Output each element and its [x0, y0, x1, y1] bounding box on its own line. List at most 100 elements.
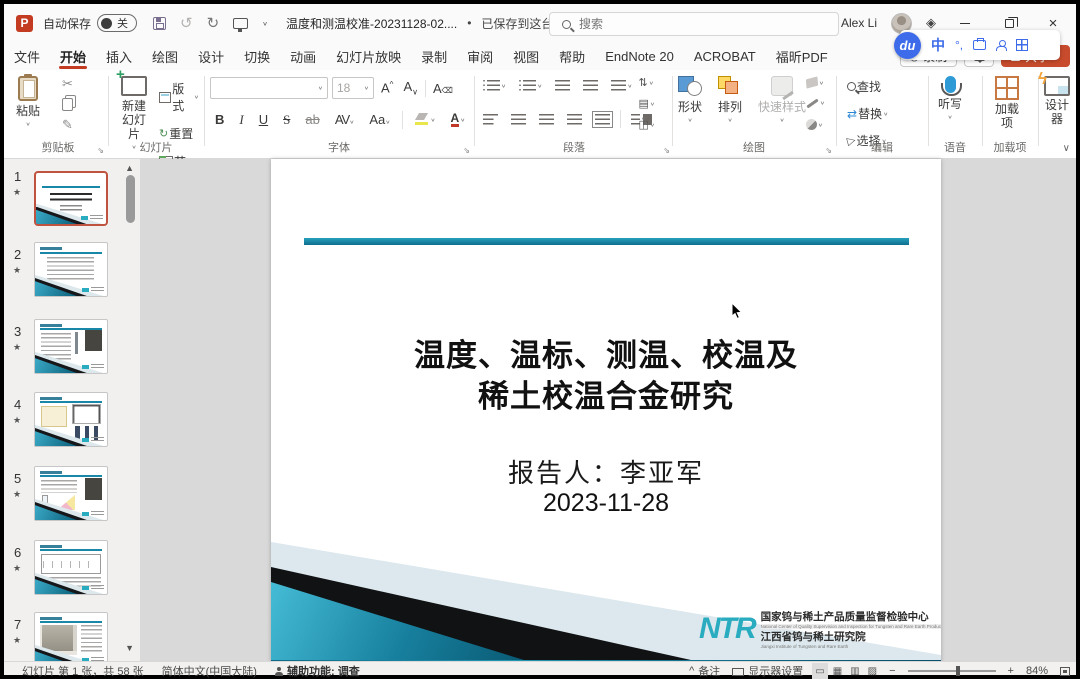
tab-animations[interactable]: 动画 [280, 42, 326, 70]
slide-presenter[interactable]: 报告人：李亚军 [271, 453, 941, 490]
tab-foxit[interactable]: 福昕PDF [766, 42, 838, 70]
thumbnail-slide-3[interactable] [34, 319, 108, 374]
align-right-button[interactable] [536, 112, 557, 127]
qat-customize-chevron-icon[interactable]: ∨ [262, 20, 268, 27]
shapes-button[interactable]: 形状 ∨ [678, 76, 702, 128]
drawing-dialog-launcher-icon[interactable]: ⇘ [825, 146, 832, 155]
shrink-font-button[interactable]: A∨ [400, 78, 421, 98]
font-size-input[interactable] [337, 81, 364, 95]
dictate-button[interactable]: 听写 ∨ [938, 76, 962, 125]
thumbnail-scroll-down-icon[interactable]: ▼ [125, 643, 134, 653]
font-size-combo[interactable]: ∨ [332, 77, 374, 99]
decrease-indent-button[interactable] [552, 78, 573, 93]
ime-account-icon[interactable] [996, 40, 1006, 50]
font-color-button[interactable]: A∨ [448, 110, 469, 129]
strikethrough-button[interactable]: S [280, 111, 293, 129]
thumbnail-slide-6[interactable] [34, 540, 108, 595]
underline-button[interactable]: U [256, 111, 271, 128]
highlight-color-button[interactable]: ∨ [412, 113, 438, 127]
fit-slide-to-window-icon[interactable] [1060, 667, 1070, 676]
justify-button[interactable] [564, 112, 585, 127]
line-spacing-button[interactable]: ∨ [608, 78, 635, 93]
document-title[interactable]: 温度和测温校准-20231128-02.... [286, 15, 457, 32]
notes-button[interactable]: ^备注 [689, 663, 720, 679]
character-spacing-button[interactable]: AV∨ [332, 111, 358, 128]
bullets-button[interactable]: ∨ [480, 78, 509, 93]
format-painter-icon[interactable]: ✎ [62, 117, 73, 133]
ime-voice-icon[interactable]: °, [955, 38, 963, 52]
align-center-button[interactable] [508, 112, 529, 127]
ime-grid-icon[interactable] [1016, 39, 1028, 51]
redo-icon[interactable]: ↻ [207, 14, 220, 32]
clipboard-dialog-launcher-icon[interactable]: ⇘ [97, 146, 104, 155]
shape-effects-button[interactable]: ∨ [803, 117, 828, 132]
tab-endnote[interactable]: EndNote 20 [595, 42, 684, 70]
paste-button[interactable]: 粘贴 ∨ [16, 76, 40, 132]
font-name-combo[interactable]: ∨ [210, 77, 328, 99]
display-settings-button[interactable]: 显示器设置 [732, 663, 803, 679]
align-text-button[interactable]: ▤∨ [635, 95, 658, 112]
numbering-button[interactable]: ∨ [516, 78, 545, 93]
undo-icon[interactable]: ↺ [180, 14, 193, 32]
tab-record[interactable]: 录制 [411, 42, 457, 70]
shape-fill-button[interactable]: ∨ [803, 76, 828, 89]
collapse-ribbon-chevron-icon[interactable]: ∨ [1063, 143, 1070, 154]
designer-button[interactable]: ϟ 设计器 [1044, 76, 1070, 126]
align-left-button[interactable] [480, 112, 501, 127]
addins-button[interactable]: 加载项 [994, 76, 1020, 130]
font-name-input[interactable] [215, 81, 307, 95]
thumbnail-scroll-up-icon[interactable]: ▲ [125, 163, 134, 173]
arrange-button[interactable]: 排列 ∨ [718, 76, 742, 128]
text-direction-button[interactable]: ⇅∨ [635, 74, 658, 91]
cut-icon[interactable]: ✂ [62, 76, 73, 92]
shape-outline-button[interactable]: ∨ [803, 97, 828, 109]
gem-icon[interactable]: ◈ [926, 15, 936, 31]
zoom-in-icon[interactable]: + [1008, 665, 1014, 677]
tab-slideshow[interactable]: 幻灯片放映 [326, 42, 411, 70]
tab-file[interactable]: 文件 [4, 42, 50, 70]
strikethrough-ab-button[interactable]: ab [302, 111, 322, 128]
ime-toolbar[interactable]: du 中 °, [900, 30, 1060, 60]
quick-styles-button[interactable]: 快速样式 ∨ [758, 76, 806, 128]
paragraph-dialog-launcher-icon[interactable]: ⇘ [663, 146, 670, 155]
accessibility-status[interactable]: 辅助功能: 调查 [275, 663, 360, 679]
zoom-out-icon[interactable]: − [889, 665, 895, 677]
tab-home[interactable]: 开始 [50, 42, 96, 70]
find-button[interactable]: 查找 [844, 76, 891, 97]
font-dialog-launcher-icon[interactable]: ⇘ [463, 146, 470, 155]
distribute-button[interactable] [592, 112, 613, 127]
smartart-button[interactable]: ◫∨ [635, 116, 658, 133]
language-status[interactable]: 简体中文(中国大陆) [162, 663, 257, 679]
slide-title[interactable]: 温度、温标、测温、校温及 稀土校温合金研究 [271, 335, 941, 417]
grow-font-button[interactable]: A^ [378, 79, 396, 96]
tab-transitions[interactable]: 切换 [234, 42, 280, 70]
thumbnail-slide-4[interactable] [34, 392, 108, 447]
replace-button[interactable]: ⇄替换∨ [844, 103, 891, 124]
tab-review[interactable]: 审阅 [457, 42, 503, 70]
ime-toolbox-icon[interactable] [973, 40, 986, 50]
change-case-button[interactable]: Aa∨ [366, 111, 393, 128]
tab-draw[interactable]: 绘图 [142, 42, 188, 70]
clear-formatting-button[interactable]: A⌫ [425, 80, 456, 97]
tab-acrobat[interactable]: ACROBAT [684, 42, 766, 70]
thumbnail-slide-5[interactable] [34, 466, 108, 521]
zoom-level[interactable]: 84% [1026, 665, 1048, 677]
autosave-toggle[interactable]: 关 [97, 14, 137, 32]
layout-button[interactable]: 版式∨ [156, 78, 202, 116]
tab-design[interactable]: 设计 [188, 42, 234, 70]
user-name[interactable]: Alex Li [841, 16, 877, 30]
copy-icon[interactable] [62, 98, 73, 111]
tab-view[interactable]: 视图 [503, 42, 549, 70]
thumbnail-slide-1[interactable] [34, 171, 108, 226]
tab-help[interactable]: 帮助 [549, 42, 595, 70]
thumbnail-slide-7[interactable] [34, 612, 108, 667]
italic-button[interactable]: I [236, 111, 246, 129]
thumbnail-slide-2[interactable] [34, 242, 108, 297]
slide-date[interactable]: 2023-11-28 [271, 489, 941, 518]
start-slideshow-icon[interactable] [233, 18, 248, 29]
increase-indent-button[interactable] [580, 78, 601, 93]
save-icon[interactable] [153, 17, 166, 30]
bold-button[interactable]: B [212, 111, 227, 128]
ime-mode-chinese[interactable]: 中 [931, 35, 945, 55]
search-box[interactable] [549, 12, 839, 36]
